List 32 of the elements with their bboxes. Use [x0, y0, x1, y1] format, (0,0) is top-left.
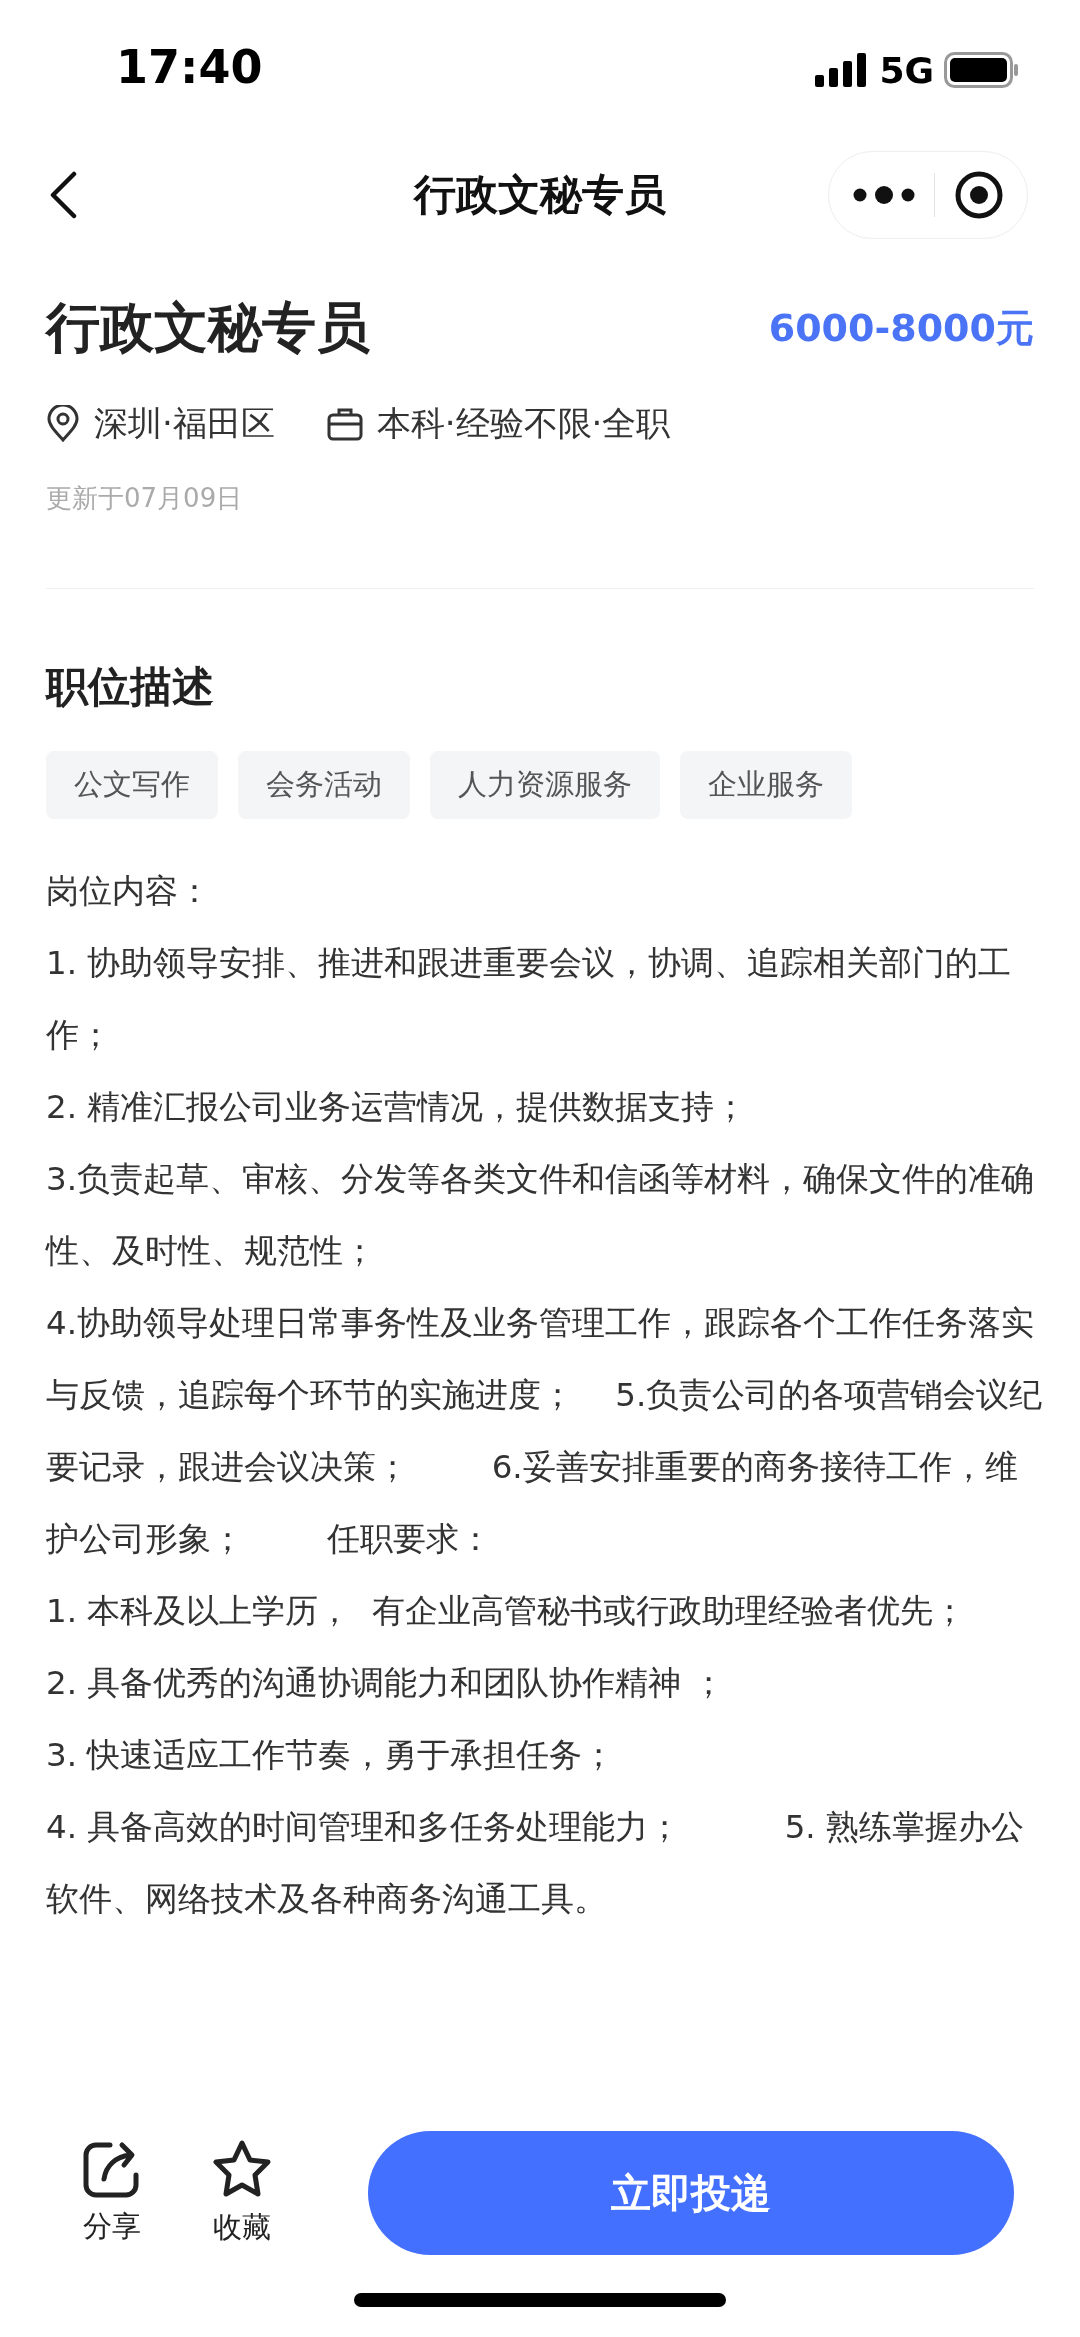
description-paragraph: 1. 本科及以上学历， 有企业高管秘书或行政助理经验者优先； — [46, 1591, 967, 1632]
skill-tag: 人力资源服务 — [430, 751, 660, 819]
location-text: 深圳·福田区 — [94, 402, 275, 445]
network-label: 5G — [879, 49, 934, 91]
description-paragraph: 4. 具备高效的时间管理和多任务处理能力； 5. 熟练掌握办公软件、网络技术及各种商务沟通工具。 — [46, 1807, 1025, 1920]
skill-tag: 公文写作 — [46, 751, 218, 819]
section-heading: 职位描述 — [46, 661, 215, 713]
skill-tag: 企业服务 — [680, 751, 852, 819]
page-title: 行政文秘专员 — [412, 169, 667, 221]
location-pin-icon — [46, 405, 80, 443]
description-paragraph: 1. 协助领导安排、推进和跟进重要会议，协调、追踪相关部门的工作； — [46, 943, 1013, 1056]
back-icon[interactable] — [48, 171, 78, 219]
skill-tag: 会务活动 — [238, 751, 410, 819]
apply-button[interactable]: 立即投递 — [368, 2131, 1014, 2255]
salary: 6000-8000元 — [768, 305, 1034, 352]
description-paragraph: 3.负责起草、审核、分发等各类文件和信函等材料，确保文件的准确性、及时性、规范性； — [46, 1159, 1035, 1272]
description-paragraph: 2. 精准汇报公司业务运营情况，提供数据支持； — [46, 1087, 749, 1128]
description-paragraph: 岗位内容： — [46, 871, 212, 912]
description-paragraph: 2. 具备优秀的沟通协调能力和团队协作精神 ； — [46, 1663, 726, 1704]
requirements-text: 本科·经验不限·全职 — [376, 402, 671, 445]
action-button[interactable]: 分享 — [62, 2139, 162, 2247]
briefcase-icon — [326, 407, 363, 441]
share-icon — [82, 2139, 142, 2199]
status-time: 17:40 — [116, 40, 263, 94]
job-title: 行政文秘专员 — [46, 295, 370, 361]
description-paragraph: 4.协助领导处理日常事务性及业务管理工作，跟踪各个工作任务落实与反馈，追踪每个环节的实施进度； 5.负责公司的各项营销会议纪要记录，跟进会议决策； 6.妥善安排重要的商务接待工作，维护公司形象； 任职要求： — [46, 1303, 1044, 1560]
battery-icon — [944, 52, 1020, 88]
more-icon[interactable] — [852, 184, 917, 206]
close-target-icon[interactable] — [953, 170, 1004, 220]
action-button[interactable]: 收藏 — [192, 2138, 292, 2248]
update-date: 更新于07月09日 — [46, 482, 244, 515]
description-paragraph: 3. 快速适应工作节奏，勇于承担任务； — [46, 1735, 617, 1776]
